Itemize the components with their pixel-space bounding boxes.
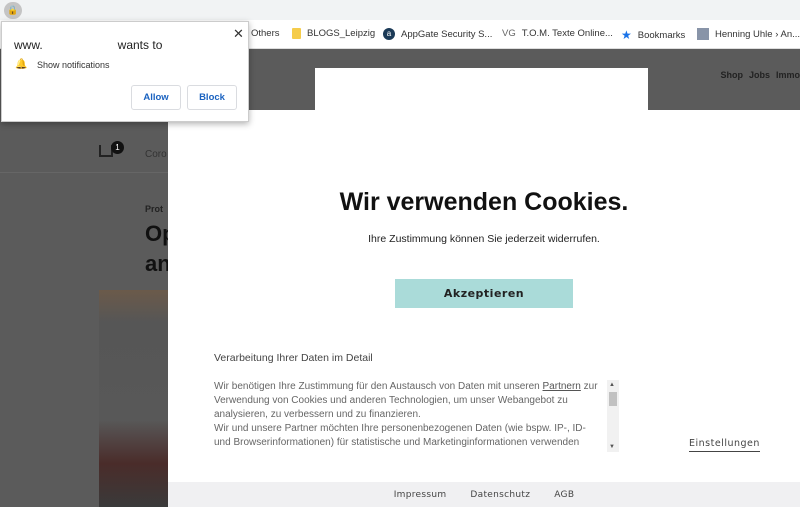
popup-title: www. wants to bbox=[14, 38, 162, 52]
appgate-icon: a bbox=[383, 28, 395, 40]
scrollbar[interactable]: ▲ ▼ bbox=[607, 380, 619, 452]
scroll-up-icon[interactable]: ▲ bbox=[609, 382, 615, 388]
thumbnail-icon bbox=[697, 28, 709, 40]
vg-icon: VG bbox=[502, 28, 516, 39]
modal-subtitle: Ihre Zustimmung können Sie jederzeit wid… bbox=[368, 233, 600, 245]
modal-footer: Impressum Datenschutz AGB bbox=[168, 482, 800, 507]
folder-icon bbox=[292, 28, 301, 39]
nav-shop[interactable]: Shop bbox=[720, 70, 743, 80]
bookmark-label: AppGate Security S... bbox=[401, 28, 493, 40]
bookmark-label: T.O.M. Texte Online... bbox=[521, 28, 613, 39]
bookmark-appgate[interactable]: a AppGate Security S... bbox=[383, 28, 492, 40]
block-button[interactable]: Block bbox=[187, 85, 237, 110]
bookmark-label: Bookmarks bbox=[637, 29, 686, 41]
nav-immo[interactable]: Immo bbox=[776, 70, 800, 80]
bookmark-label: Others bbox=[251, 28, 280, 39]
article-kicker: Prot bbox=[145, 204, 163, 214]
bookmark-label: Henning Uhle › An... bbox=[715, 28, 800, 40]
datenschutz-link[interactable]: Datenschutz bbox=[470, 490, 530, 500]
top-nav: Shop Jobs Immo bbox=[720, 70, 800, 80]
bookmark-others[interactable]: Others bbox=[251, 28, 280, 39]
title-suffix: wants to bbox=[117, 38, 163, 52]
site-prefix: www. bbox=[14, 38, 43, 52]
bookmark-henning-uhle[interactable]: Henning Uhle › An... bbox=[697, 28, 800, 40]
nav-jobs[interactable]: Jobs bbox=[749, 70, 770, 80]
star-icon: ★ bbox=[621, 28, 632, 42]
lock-icon[interactable]: 🔒 bbox=[4, 2, 22, 19]
bookmark-tom[interactable]: VG T.O.M. Texte Online... bbox=[502, 28, 613, 39]
close-icon[interactable]: ✕ bbox=[233, 26, 244, 42]
modal-title: Wir verwenden Cookies. bbox=[339, 188, 629, 216]
divider bbox=[0, 172, 168, 173]
bell-icon: 🔔 bbox=[15, 59, 28, 70]
agb-link[interactable]: AGB bbox=[554, 490, 574, 500]
nav-item[interactable]: Coro bbox=[145, 149, 167, 160]
bookmark-blogs-leipzig[interactable]: BLOGS_Leipzig bbox=[292, 28, 375, 39]
scroll-down-icon[interactable]: ▼ bbox=[609, 444, 615, 450]
allow-button[interactable]: Allow bbox=[131, 85, 181, 110]
address-bar[interactable]: 🔒 bbox=[0, 0, 800, 20]
notification-badge: 1 bbox=[111, 141, 124, 154]
bookmark-label: BLOGS_Leipzig bbox=[307, 28, 376, 39]
article-image bbox=[99, 290, 168, 507]
detail-text-part: Wir benötigen Ihre Zustimmung für den Au… bbox=[214, 381, 543, 392]
partner-link[interactable]: Partnern bbox=[543, 381, 581, 392]
impressum-link[interactable]: Impressum bbox=[394, 490, 447, 500]
detail-title: Verarbeitung Ihrer Daten im Detail bbox=[214, 352, 373, 364]
detail-text-part: Wir und unsere Partner möchten Ihre pers… bbox=[214, 423, 586, 448]
ad-placeholder bbox=[315, 68, 648, 110]
settings-link[interactable]: Einstellungen bbox=[689, 438, 760, 452]
permission-text: Show notifications bbox=[37, 60, 110, 70]
detail-text[interactable]: Wir benötigen Ihre Zustimmung für den Au… bbox=[214, 380, 604, 452]
scrollbar-thumb[interactable] bbox=[609, 392, 617, 406]
cookie-consent-modal: Wir verwenden Cookies. Ihre Zustimmung k… bbox=[168, 110, 800, 507]
notification-permission-popup: www. wants to ✕ 🔔 Show notifications Allo… bbox=[1, 21, 249, 122]
bookmark-bookmarks[interactable]: ★ Bookmarks bbox=[621, 28, 685, 42]
accept-button[interactable]: Akzeptieren bbox=[395, 279, 573, 308]
